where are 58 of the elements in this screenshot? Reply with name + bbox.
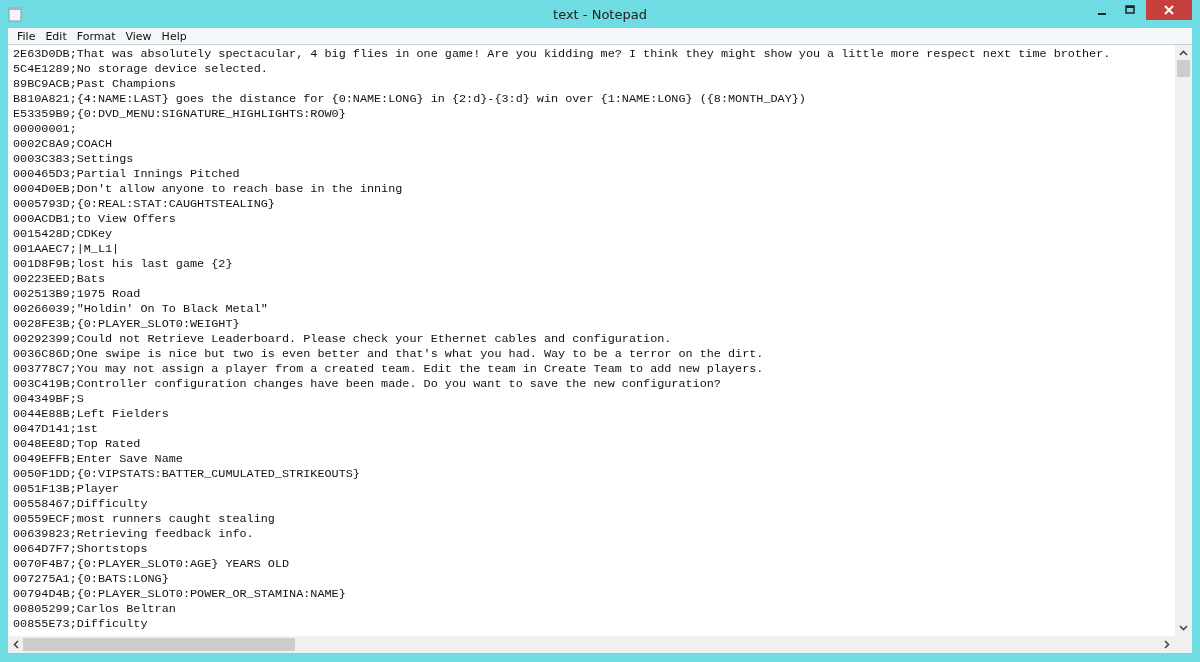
text-line: 0064D7F7;Shortstops xyxy=(13,542,148,557)
text-line: 0050F1DD;{0:VIPSTATS:BATTER_CUMULATED_STRIKEOUTS} xyxy=(13,467,360,482)
text-line: 0028FE3B;{0:PLAYER_SLOT0:WEIGHT} xyxy=(13,317,240,332)
text-line: 0051F13B;Player xyxy=(13,482,120,497)
text-line: 5C4E1289;No storage device selected. xyxy=(13,62,268,77)
text-line: 001AAEC7;|M_L1| xyxy=(13,242,120,257)
text-line: 000ACDB1;to View Offers xyxy=(13,212,176,227)
text-line: 0036C86D;One swipe is nice but two is even better and that's what you had. Way to be a terror on the dirt. xyxy=(13,347,764,362)
minimize-icon xyxy=(1098,12,1106,15)
text-line: 004349BF;S xyxy=(13,392,84,407)
close-icon xyxy=(1164,5,1174,15)
window-title: text - Notepad xyxy=(553,6,647,22)
menu-item[interactable]: View xyxy=(120,29,157,43)
text-line: 00639823;Retrieving feedback info. xyxy=(13,527,254,542)
text-line: 0015428D;CDKey xyxy=(13,227,113,242)
text-line: 00292399;Could not Retrieve Leaderboard. Please check your Ethernet cables and configuration. xyxy=(13,332,672,347)
horizontal-scrollbar[interactable] xyxy=(8,636,1175,653)
text-line: 89BC9ACB;Past Champions xyxy=(13,77,176,92)
maximize-icon xyxy=(1125,5,1135,15)
text-line: 00223EED;Bats xyxy=(13,272,106,287)
text-line: 00559ECF;most runners caught stealing xyxy=(13,512,275,527)
text-line: 00266039;"Holdin' On To Black Metal" xyxy=(13,302,268,317)
scroll-down-icon[interactable] xyxy=(1179,625,1188,631)
vertical-scrollbar[interactable] xyxy=(1175,45,1192,636)
text-line: 003778C7;You may not assign a player from a created team. Edit the team in Create Team to add new players. xyxy=(13,362,764,377)
close-button[interactable] xyxy=(1146,0,1192,20)
text-line: 001D8F9B;lost his last game {2} xyxy=(13,257,233,272)
text-line: B810A821;{4:NAME:LAST} goes the distance for {0:NAME:LONG} in {2:d}-{3:d} win over {1:NAME:LONG} ({8:MONTH_DAY}) xyxy=(13,92,806,107)
text-line: 00794D4B;{0:PLAYER_SLOT0:POWER_OR_STAMINA:NAME} xyxy=(13,587,346,602)
text-line: 003C419B;Controller configuration changes have been made. Do you want to save the new configuration? xyxy=(13,377,721,392)
text-line: 0004D0EB;Don't allow anyone to reach base in the inning xyxy=(13,182,403,197)
text-line: 00000001; xyxy=(13,122,77,137)
scrollbar-thumb[interactable] xyxy=(1177,60,1190,77)
text-line: 0070F4B7;{0:PLAYER_SLOT0:AGE} YEARS OLD xyxy=(13,557,290,572)
text-line: 00855E73;Difficulty xyxy=(13,617,148,632)
text-line: 0005793D;{0:REAL:STAT:CAUGHTSTEALING} xyxy=(13,197,275,212)
text-line: 0002C8A9;COACH xyxy=(13,137,113,152)
scroll-right-icon[interactable] xyxy=(1164,640,1170,649)
text-line: 0049EFFB;Enter Save Name xyxy=(13,452,183,467)
menu-item[interactable]: Help xyxy=(156,29,192,43)
text-line: 0048EE8D;Top Rated xyxy=(13,437,141,452)
text-line: 00805299;Carlos Beltran xyxy=(13,602,176,617)
text-line: 0044E88B;Left Fielders xyxy=(13,407,169,422)
text-line: E53359B9;{0:DVD_MENU:SIGNATURE_HIGHLIGHTS:ROW0} xyxy=(13,107,346,122)
scrollbar-thumb[interactable] xyxy=(23,638,295,651)
text-line: 00558467;Difficulty xyxy=(13,497,148,512)
scroll-left-icon[interactable] xyxy=(13,640,19,649)
text-line: 0047D141;1st xyxy=(13,422,98,437)
menu-item[interactable]: Edit xyxy=(40,29,72,43)
text-line: 007275A1;{0:BATS:LONG} xyxy=(13,572,169,587)
menu-item[interactable]: File xyxy=(12,29,41,43)
notepad-icon xyxy=(8,6,22,22)
text-line: 2E63D0DB;That was absolutely spectacular, 4 big flies in one game! Are you kidding me? I think they might show you a little more respect next time brother. xyxy=(13,47,1111,62)
text-line: 002513B9;1975 Road xyxy=(13,287,141,302)
menu-item[interactable]: Format xyxy=(71,29,121,43)
text-line: 0003C383;Settings xyxy=(13,152,134,167)
text-line: 000465D3;Partial Innings Pitched xyxy=(13,167,240,182)
scroll-up-icon[interactable] xyxy=(1179,50,1188,56)
